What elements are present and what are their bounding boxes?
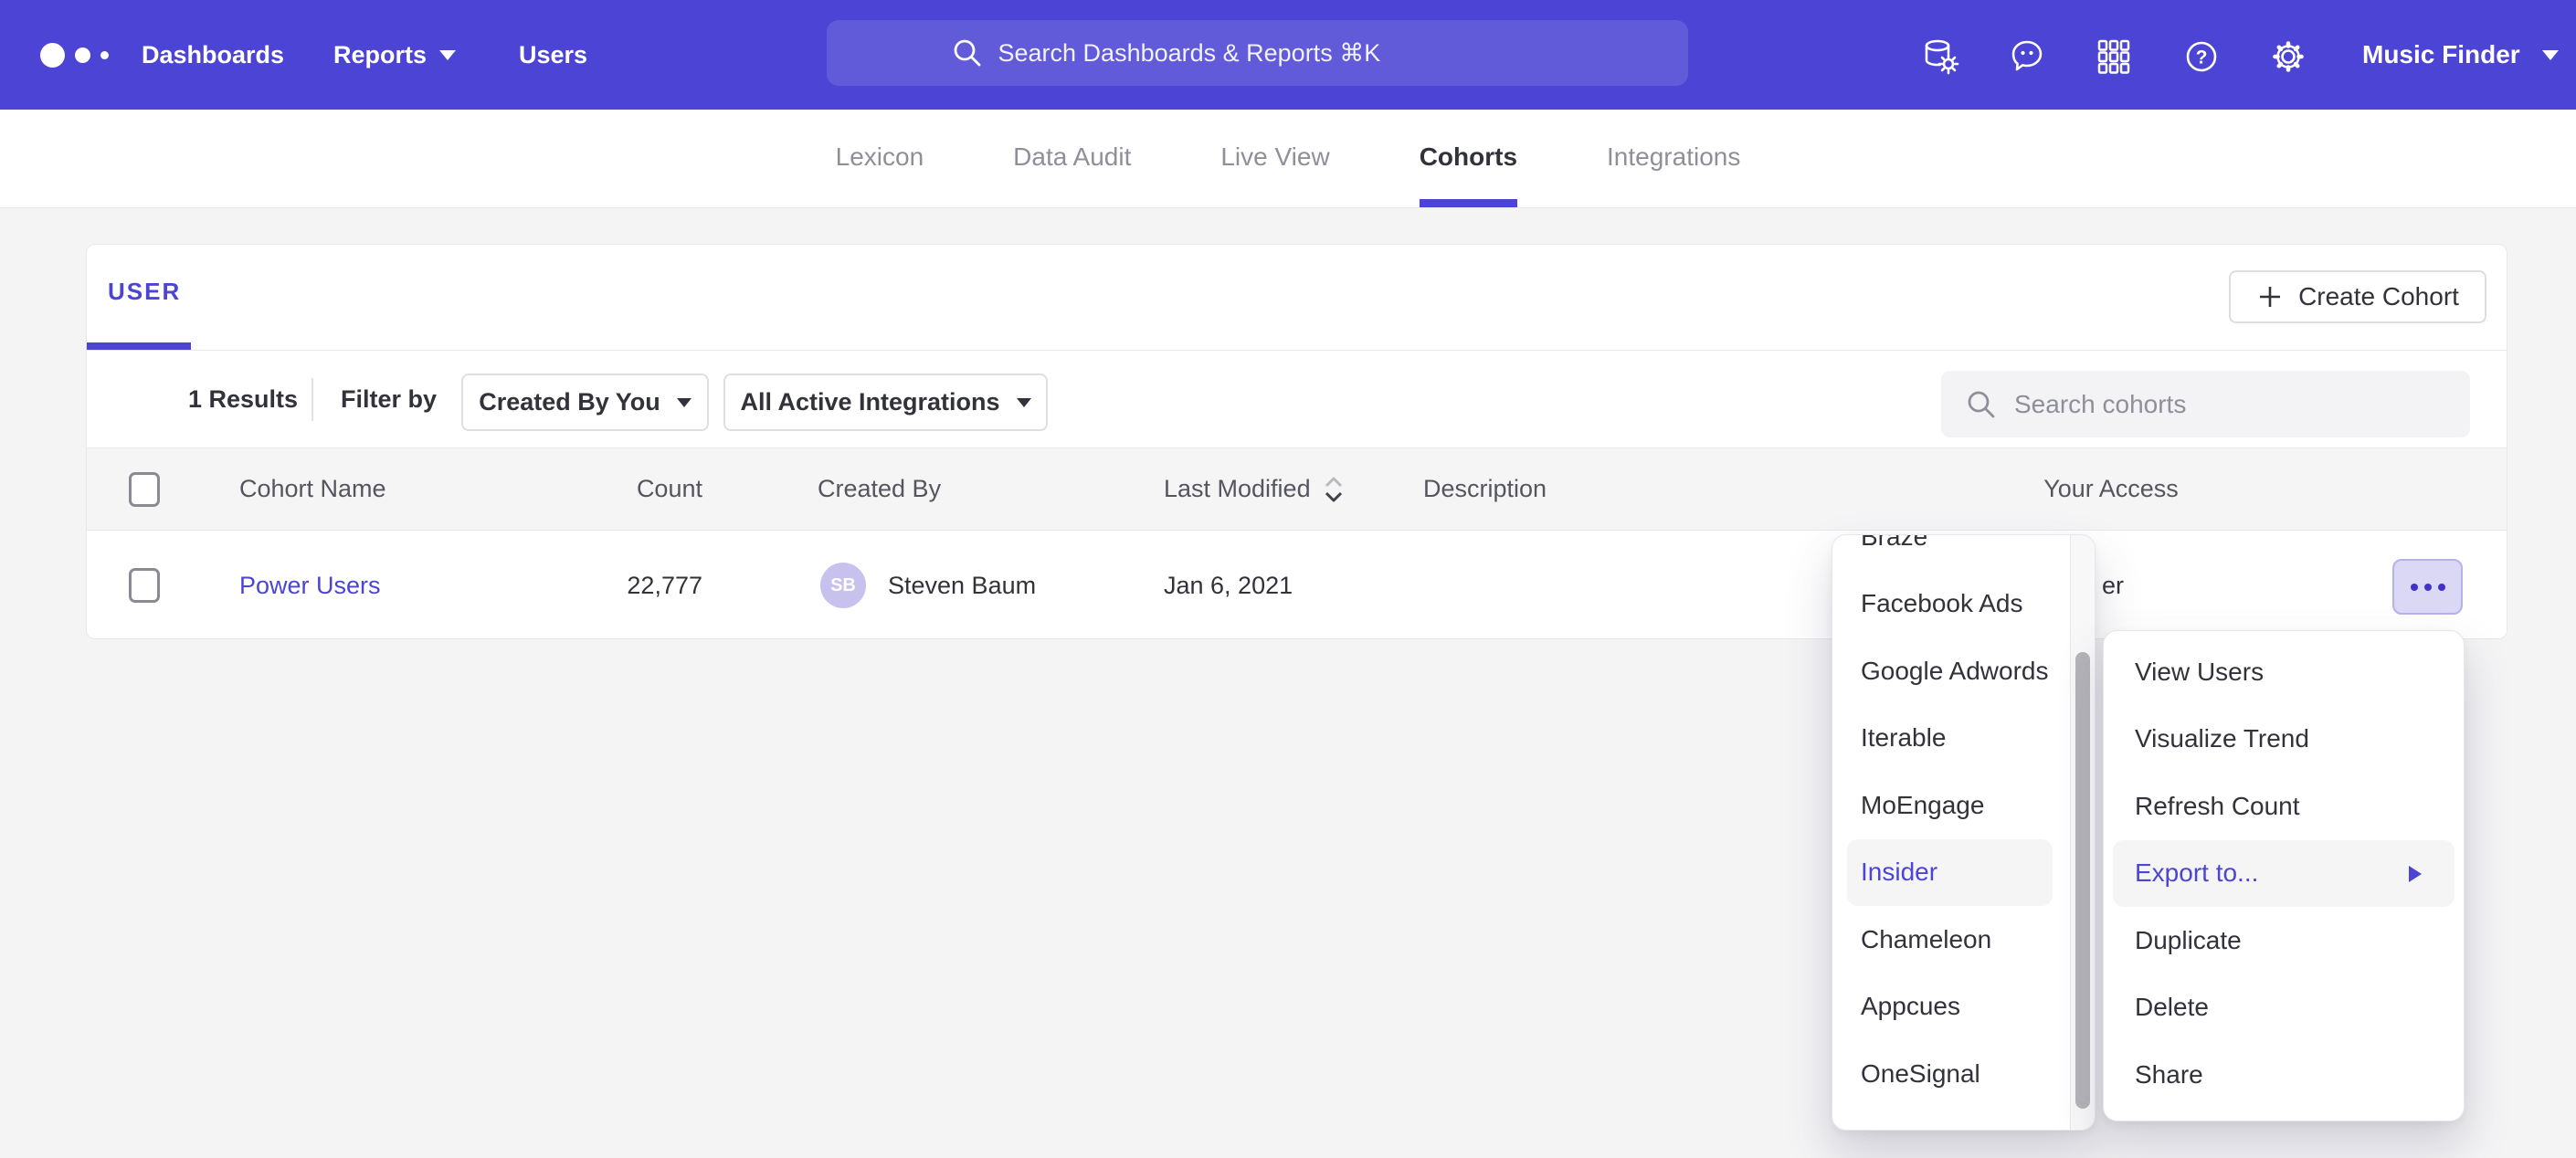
- plus-icon: [2256, 283, 2284, 311]
- divider: [311, 378, 313, 421]
- menu-item-export-to[interactable]: Export to...: [2113, 840, 2455, 908]
- table-header-row: Cohort Name Count Created By Last Modifi…: [87, 448, 2507, 531]
- menu-item-chameleon[interactable]: Chameleon: [1832, 906, 2069, 974]
- feedback-bubble-icon[interactable]: [2007, 37, 2047, 77]
- search-icon: [1965, 388, 1998, 421]
- created-by-filter-dropdown[interactable]: Created By You: [461, 374, 709, 431]
- export-destinations-submenu: Braze Facebook Ads Google Adwords Iterab…: [1832, 534, 2096, 1131]
- column-header-last-modified[interactable]: Last Modified: [1164, 448, 1346, 530]
- menu-item-onesignal[interactable]: OneSignal: [1832, 1040, 2069, 1108]
- last-modified-date: Jan 6, 2021: [1164, 531, 1293, 639]
- cohorts-card: USER Create Cohort 1 Results Filter by C…: [86, 244, 2507, 639]
- results-count: 1 Results: [188, 351, 298, 448]
- row-actions-button[interactable]: [2392, 559, 2463, 615]
- global-search-input[interactable]: [998, 39, 1565, 68]
- cohort-count: 22,777: [507, 531, 702, 639]
- tab-live-view[interactable]: Live View: [1220, 110, 1329, 207]
- menu-item-view-users[interactable]: View Users: [2104, 638, 2464, 706]
- cohort-name-link[interactable]: Power Users: [239, 572, 381, 600]
- mixpanel-logo-icon[interactable]: [40, 43, 109, 68]
- menu-item-braze[interactable]: Braze: [1832, 534, 2069, 571]
- column-header-created-by[interactable]: Created By: [818, 448, 941, 530]
- row-actions-context-menu: View Users Visualize Trend Refresh Count…: [2103, 630, 2465, 1121]
- select-all-checkbox[interactable]: [129, 472, 160, 507]
- menu-item-refresh-count[interactable]: Refresh Count: [2104, 773, 2464, 840]
- active-tab-underline: [87, 342, 191, 350]
- filter-by-label: Filter by: [341, 351, 437, 448]
- row-checkbox[interactable]: [129, 568, 160, 603]
- nav-reports[interactable]: Reports: [333, 0, 456, 110]
- avatar: SB: [820, 563, 866, 608]
- integrations-filter-dropdown[interactable]: All Active Integrations: [723, 374, 1048, 431]
- tab-integrations[interactable]: Integrations: [1607, 110, 1740, 207]
- created-by-name: Steven Baum: [888, 531, 1036, 639]
- column-header-description[interactable]: Description: [1423, 448, 1547, 530]
- submenu-scrollbar-track[interactable]: [2070, 535, 2095, 1131]
- menu-item-facebook-ads[interactable]: Facebook Ads: [1832, 571, 2069, 638]
- menu-item-appcues[interactable]: Appcues: [1832, 974, 2069, 1041]
- nav-users[interactable]: Users: [519, 0, 587, 110]
- svg-text:?: ?: [2196, 47, 2208, 68]
- cohorts-page: Dashboards Reports Users: [0, 0, 2576, 1158]
- column-header-cohort-name[interactable]: Cohort Name: [239, 448, 386, 530]
- chevron-down-icon: [1017, 398, 1031, 407]
- cohort-table-row: Power Users 22,777 SB Steven Baum Jan 6,…: [87, 531, 2507, 639]
- submenu-arrow-icon: [2409, 866, 2422, 882]
- menu-item-moengage[interactable]: MoEngage: [1832, 772, 2069, 839]
- menu-item-duplicate[interactable]: Duplicate: [2104, 907, 2464, 974]
- help-icon[interactable]: ?: [2181, 37, 2222, 77]
- data-management-tabs: Lexicon Data Audit Live View Cohorts Int…: [0, 110, 2576, 208]
- tab-lexicon[interactable]: Lexicon: [836, 110, 924, 207]
- chevron-down-icon: [2542, 50, 2559, 60]
- chevron-down-icon: [677, 398, 692, 407]
- column-header-count[interactable]: Count: [507, 448, 702, 530]
- tab-cohorts[interactable]: Cohorts: [1420, 110, 1517, 207]
- tab-user-cohorts[interactable]: USER: [108, 278, 181, 306]
- chevron-down-icon: [439, 50, 456, 60]
- nav-dashboards[interactable]: Dashboards: [142, 0, 284, 110]
- menu-item-visualize-trend[interactable]: Visualize Trend: [2104, 706, 2464, 774]
- menu-item-delete[interactable]: Delete: [2104, 974, 2464, 1042]
- sort-icon: [1322, 473, 1346, 506]
- column-header-your-access[interactable]: Your Access: [1974, 448, 2248, 530]
- submenu-scrollbar-thumb[interactable]: [2075, 652, 2090, 1109]
- dot-icon: [2411, 584, 2418, 591]
- access-value-fragment: er: [2102, 531, 2124, 639]
- project-name: Music Finder: [2362, 40, 2520, 69]
- global-search-bar[interactable]: [827, 20, 1688, 86]
- search-icon: [951, 37, 984, 69]
- dot-icon: [2438, 584, 2445, 591]
- cohort-type-header: USER Create Cohort: [87, 245, 2507, 351]
- menu-item-iterable[interactable]: Iterable: [1832, 705, 2069, 773]
- top-navbar: Dashboards Reports Users: [0, 0, 2576, 110]
- menu-item-insider[interactable]: Insider: [1847, 839, 2053, 907]
- cohort-search-bar[interactable]: [1941, 371, 2470, 437]
- apps-grid-icon[interactable]: [2094, 37, 2134, 77]
- create-cohort-button[interactable]: Create Cohort: [2229, 270, 2486, 323]
- menu-item-google-adwords[interactable]: Google Adwords: [1832, 637, 2069, 705]
- project-switcher[interactable]: Music Finder: [2362, 0, 2559, 110]
- filter-toolbar: 1 Results Filter by Created By You All A…: [87, 351, 2507, 448]
- menu-item-share[interactable]: Share: [2104, 1041, 2464, 1109]
- data-management-icon[interactable]: [1920, 37, 1960, 77]
- settings-gear-icon[interactable]: [2268, 37, 2308, 77]
- cohort-search-input[interactable]: [2014, 390, 2453, 419]
- dot-icon: [2424, 584, 2432, 591]
- tab-data-audit[interactable]: Data Audit: [1013, 110, 1131, 207]
